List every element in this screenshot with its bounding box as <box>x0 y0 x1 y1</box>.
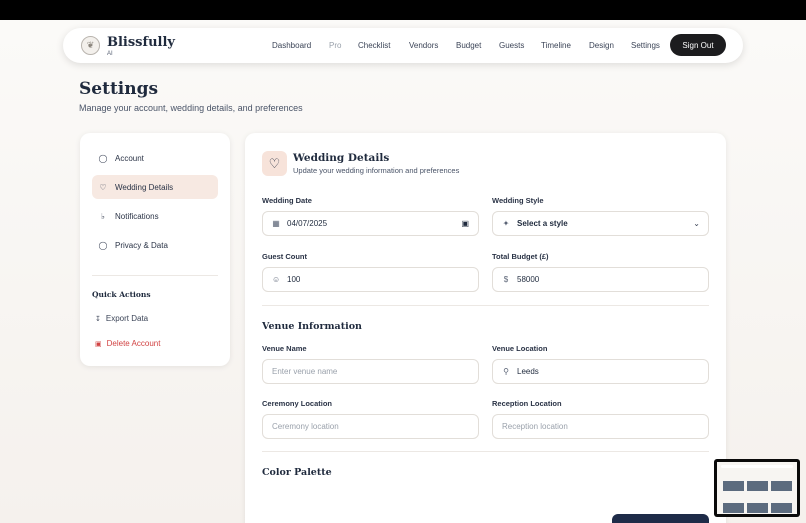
guest-count-field[interactable]: ☺ 100 <box>262 267 479 292</box>
preview-image <box>747 503 768 513</box>
calendar-icon: ▦ <box>272 219 280 228</box>
bell-icon: ♭ <box>101 211 105 221</box>
venue-name-label: Venue Name <box>262 344 307 353</box>
venue-location-label: Venue Location <box>492 344 548 353</box>
wedding-style-label: Wedding Style <box>492 196 544 205</box>
nav-link-checklist[interactable]: Checklist <box>358 41 390 50</box>
preview-image <box>747 481 768 491</box>
heart-icon: ♡ <box>99 182 107 192</box>
reception-location-input[interactable]: Reception location <box>492 414 709 439</box>
wedding-style-select[interactable]: ✦ Select a style ⌄ <box>492 211 709 236</box>
sidebar-item-label: Account <box>115 153 144 163</box>
ceremony-location-placeholder: Ceremony location <box>272 422 339 431</box>
preview-image <box>771 481 792 491</box>
dollar-icon: $ <box>503 275 509 284</box>
guest-count-label: Guest Count <box>262 252 307 261</box>
nav-link-vendors[interactable]: Vendors <box>409 41 438 50</box>
sidebar-item-wedding-details[interactable]: ♡ Wedding Details <box>92 175 218 199</box>
color-palette-title: Color Palette <box>262 467 332 478</box>
section-title: Wedding Details <box>293 152 390 164</box>
users-icon: ☺ <box>272 275 281 284</box>
wedding-date-value: 04/07/2025 <box>287 219 328 228</box>
brand-name[interactable]: Blissfully <box>107 35 175 50</box>
user-icon: ◯ <box>98 153 108 163</box>
venue-location-field[interactable]: ⚲ Leeds <box>492 359 709 384</box>
export-data-label: Export Data <box>105 314 149 323</box>
trash-icon: ▣ <box>95 340 102 348</box>
delete-account-button[interactable]: ▣ Delete Account <box>95 339 160 348</box>
ceremony-location-label: Ceremony Location <box>262 399 333 408</box>
venue-name-input[interactable]: Enter venue name <box>262 359 479 384</box>
preview-image <box>771 503 792 513</box>
wedding-details-panel: ♡ Wedding Details Update your wedding in… <box>245 133 726 523</box>
wedding-date-field[interactable]: ▦ 04/07/2025 ▣ <box>262 211 479 236</box>
wedding-style-value: Select a style <box>517 219 568 228</box>
ceremony-location-input[interactable]: Ceremony location <box>262 414 479 439</box>
venue-name-placeholder: Enter venue name <box>272 367 338 376</box>
venue-location-value: Leeds <box>517 367 539 376</box>
settings-sidebar: ◯ Account ♡ Wedding Details ♭ Notificati… <box>80 133 230 366</box>
sidebar-divider <box>92 275 218 276</box>
wedding-date-label: Wedding Date <box>262 196 312 205</box>
preview-thumbnail-content <box>717 462 797 514</box>
nav-link-settings[interactable]: Settings <box>631 41 660 50</box>
sidebar-item-privacy[interactable]: ◯ Privacy & Data <box>92 233 218 257</box>
total-budget-value: 58000 <box>517 275 540 284</box>
preview-navbar <box>721 465 793 468</box>
nav-link-timeline[interactable]: Timeline <box>541 41 571 50</box>
save-button[interactable] <box>612 514 709 523</box>
total-budget-label: Total Budget (£) <box>492 252 549 261</box>
nav-link-dashboard[interactable]: Dashboard <box>272 41 311 50</box>
download-icon: ↧ <box>95 315 101 323</box>
chevron-down-icon: ⌄ <box>693 219 700 228</box>
nav-link-design[interactable]: Design <box>589 41 614 50</box>
sidebar-item-account[interactable]: ◯ Account <box>92 146 218 170</box>
sidebar-item-label: Privacy & Data <box>115 240 168 250</box>
shield-icon: ◯ <box>98 240 108 250</box>
sidebar-item-notifications[interactable]: ♭ Notifications <box>92 204 218 228</box>
heart-icon: ♡ <box>262 151 287 176</box>
preview-image <box>723 503 744 513</box>
section-divider <box>262 451 709 452</box>
guest-count-value: 100 <box>287 275 301 284</box>
calendar-picker-icon[interactable]: ▣ <box>461 219 469 228</box>
preview-thumbnail[interactable] <box>714 459 800 517</box>
nav-link-guests[interactable]: Guests <box>499 41 524 50</box>
total-budget-field[interactable]: $ 58000 <box>492 267 709 292</box>
nav-link-budget[interactable]: Budget <box>456 41 481 50</box>
reception-location-label: Reception Location <box>492 399 562 408</box>
sidebar-item-label: Notifications <box>115 211 159 221</box>
brand-sub: AI <box>107 51 113 57</box>
export-data-button[interactable]: ↧ Export Data <box>95 314 148 323</box>
preview-image <box>723 481 744 491</box>
quick-actions-title: Quick Actions <box>92 290 151 299</box>
nav-link-pro[interactable]: Pro <box>329 41 341 50</box>
venue-section-title: Venue Information <box>262 321 362 332</box>
page-subtitle: Manage your account, wedding details, an… <box>79 103 303 113</box>
map-pin-icon: ⚲ <box>503 367 509 376</box>
logo-icon[interactable]: ❦ <box>81 36 100 55</box>
delete-account-label: Delete Account <box>106 339 161 348</box>
top-navigation: ❦ Blissfully AI Dashboard Pro Checklist … <box>63 28 743 63</box>
reception-location-placeholder: Reception location <box>502 422 568 431</box>
section-divider <box>262 305 709 306</box>
page-title: Settings <box>79 79 159 99</box>
top-black-bar <box>0 0 806 20</box>
sign-out-button[interactable]: Sign Out <box>670 34 726 56</box>
sidebar-item-label: Wedding Details <box>115 182 174 192</box>
sparkles-icon: ✦ <box>502 219 510 228</box>
section-subtitle: Update your wedding information and pref… <box>293 166 460 175</box>
